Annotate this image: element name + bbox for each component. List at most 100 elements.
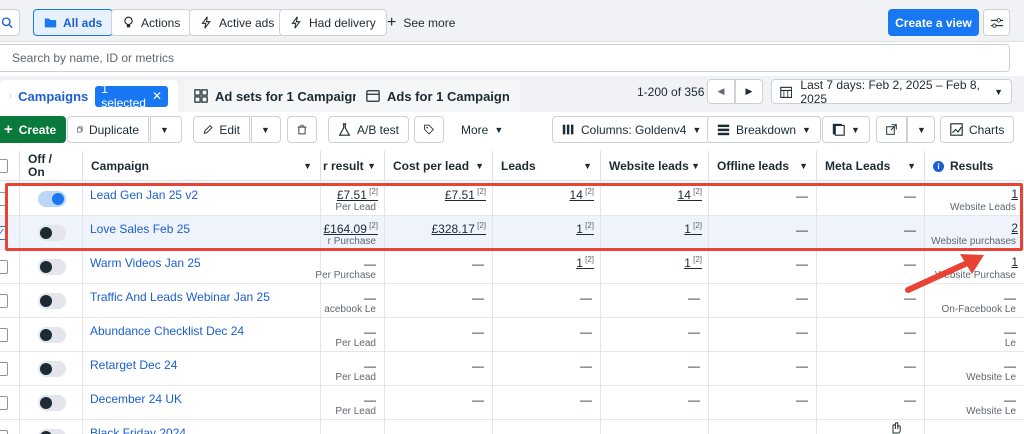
- tag-button[interactable]: [414, 116, 444, 143]
- export-button[interactable]: [876, 116, 907, 143]
- campaign-toggle[interactable]: [38, 327, 66, 343]
- prev-page-button[interactable]: ◀: [707, 79, 735, 104]
- all-ads-filter[interactable]: All ads: [33, 9, 114, 36]
- empty-value: —: [904, 359, 916, 373]
- filter-settings-button[interactable]: [983, 9, 1010, 36]
- ab-test-button[interactable]: A/B test: [328, 116, 410, 143]
- more-button[interactable]: More ▼: [452, 116, 513, 143]
- campaign-toggle[interactable]: [38, 259, 66, 275]
- campaign-name-link[interactable]: Black Friday 2024: [90, 426, 186, 434]
- row-checkbox[interactable]: [0, 260, 8, 274]
- metric-subtitle: acebook Le: [324, 304, 376, 315]
- empty-value: —: [472, 393, 484, 407]
- tab-campaigns[interactable]: Campaigns 1 selected ✕: [0, 80, 178, 112]
- row-checkbox[interactable]: [0, 362, 8, 376]
- next-page-button[interactable]: ▶: [735, 79, 763, 104]
- tab-ad-sets[interactable]: Ad sets for 1 Campaign: [184, 80, 371, 112]
- campaign-toggle[interactable]: [38, 361, 66, 377]
- empty-value: —: [688, 427, 700, 434]
- metric-subtitle: Per Lead: [335, 406, 376, 417]
- empty-value: —: [796, 427, 808, 434]
- table-row[interactable]: Retarget Dec 24— Per Lead — — — — — — Website Le: [0, 352, 1024, 386]
- table-row[interactable]: Warm Videos Jan 25 — Per Purchase — 1 [2] 1 […: [0, 250, 1024, 284]
- table-row[interactable]: Black Friday 2024 — — — — — — —: [0, 420, 1024, 434]
- table-row[interactable]: December 24 UK — Per Lead — — — — — — Website Le: [0, 386, 1024, 420]
- create-view-button[interactable]: Create a view: [888, 9, 979, 36]
- header-leads[interactable]: Leads ▼: [493, 151, 601, 181]
- duplicate-button[interactable]: Duplicate: [67, 116, 149, 143]
- row-select-cell: [0, 250, 20, 284]
- header-offline-leads[interactable]: Offline leads ▼: [709, 151, 817, 181]
- campaign-toggle[interactable]: [38, 429, 66, 434]
- close-icon[interactable]: ✕: [152, 89, 162, 103]
- campaign-name-cell: Retarget Dec 24: [83, 352, 321, 386]
- reports-button[interactable]: ▼: [822, 116, 870, 143]
- active-ads-filter[interactable]: Active ads: [189, 9, 286, 36]
- row-select-cell: [0, 386, 20, 420]
- table-row[interactable]: Abundance Checklist Dec 24— Per Lead — — — — —…: [0, 318, 1024, 352]
- table-row[interactable]: Traffic And Leads Webinar Jan 25— acebook…: [0, 284, 1024, 318]
- metric-value[interactable]: 1 [2]: [684, 255, 702, 270]
- website-leads-cell: —: [601, 318, 709, 352]
- search-input[interactable]: [0, 45, 1009, 71]
- duplicate-dropdown[interactable]: ▼: [150, 116, 182, 143]
- create-button[interactable]: + Create: [0, 116, 67, 143]
- header-website-leads[interactable]: Website leads ▼: [601, 151, 709, 181]
- empty-value: —: [688, 359, 700, 373]
- campaign-name-link[interactable]: Abundance Checklist Dec 24: [90, 324, 244, 338]
- campaign-toggle[interactable]: [38, 395, 66, 411]
- website-leads-cell: —: [601, 352, 709, 386]
- row-checkbox[interactable]: [0, 294, 8, 308]
- cost-per-lead-cell: —: [385, 284, 493, 318]
- see-more-button[interactable]: + See more: [387, 9, 455, 36]
- campaign-name-link[interactable]: Retarget Dec 24: [90, 358, 177, 372]
- selected-chip[interactable]: 1 selected ✕: [95, 82, 168, 110]
- empty-value: —: [580, 427, 592, 434]
- columns-button[interactable]: Columns: Goldenv4 ▼: [552, 116, 712, 143]
- campaign-name-link[interactable]: Traffic And Leads Webinar Jan 25: [90, 290, 270, 304]
- campaign-name-link[interactable]: Warm Videos Jan 25: [90, 256, 201, 270]
- tab-ads[interactable]: Ads for 1 Campaign: [356, 80, 520, 112]
- empty-value: —: [580, 393, 592, 407]
- campaign-toggle[interactable]: [38, 293, 66, 309]
- search-toggle-button[interactable]: [0, 9, 20, 36]
- header-results[interactable]: i Results: [925, 151, 1024, 181]
- hand-cursor-icon: [892, 422, 901, 434]
- empty-value: —: [688, 291, 700, 305]
- date-range-picker[interactable]: Last 7 days: Feb 2, 2025 – Feb 8, 2025 ▼: [771, 78, 1012, 106]
- per-result-cell: — Per Purchase: [315, 250, 385, 284]
- actions-filter[interactable]: Actions: [111, 9, 192, 36]
- breakdown-button[interactable]: Breakdown ▼: [707, 116, 821, 143]
- header-cost-per-lead[interactable]: Cost per lead ▼: [385, 151, 493, 181]
- header-meta-leads[interactable]: Meta Leads ▼: [817, 151, 925, 181]
- pencil-icon: [203, 124, 213, 134]
- empty-value: —: [364, 291, 376, 305]
- empty-value: —: [364, 359, 376, 373]
- empty-value: —: [796, 325, 808, 339]
- export-dropdown[interactable]: ▼: [907, 116, 935, 143]
- row-checkbox[interactable]: [0, 328, 8, 342]
- sort-icon: ▼: [303, 161, 312, 171]
- edit-button[interactable]: Edit: [193, 116, 250, 143]
- charts-button[interactable]: Charts: [940, 116, 1015, 143]
- header-per-result[interactable]: r result ▼: [321, 151, 385, 181]
- header-campaign[interactable]: Campaign ▼: [83, 151, 321, 181]
- chevron-left-icon: ◀: [717, 86, 725, 96]
- metric-value[interactable]: 1: [1011, 255, 1018, 269]
- had-delivery-filter[interactable]: Had delivery: [279, 9, 387, 36]
- row-toggle-cell: [20, 284, 83, 318]
- select-all-checkbox[interactable]: [0, 159, 8, 173]
- edit-dropdown[interactable]: ▼: [251, 116, 281, 143]
- delete-button[interactable]: [287, 116, 317, 143]
- per-result-cell: — Per Lead: [321, 352, 385, 386]
- empty-value: —: [580, 359, 592, 373]
- empty-value: —: [1004, 427, 1016, 434]
- row-checkbox[interactable]: [0, 396, 8, 410]
- campaign-name-link[interactable]: December 24 UK: [90, 392, 182, 406]
- row-checkbox[interactable]: [0, 430, 8, 434]
- offline-leads-cell: —: [709, 250, 817, 284]
- metric-value[interactable]: 1 [2]: [576, 255, 594, 270]
- grid-icon: [194, 89, 208, 103]
- toggle-knob: [40, 295, 52, 307]
- empty-value: —: [796, 257, 808, 271]
